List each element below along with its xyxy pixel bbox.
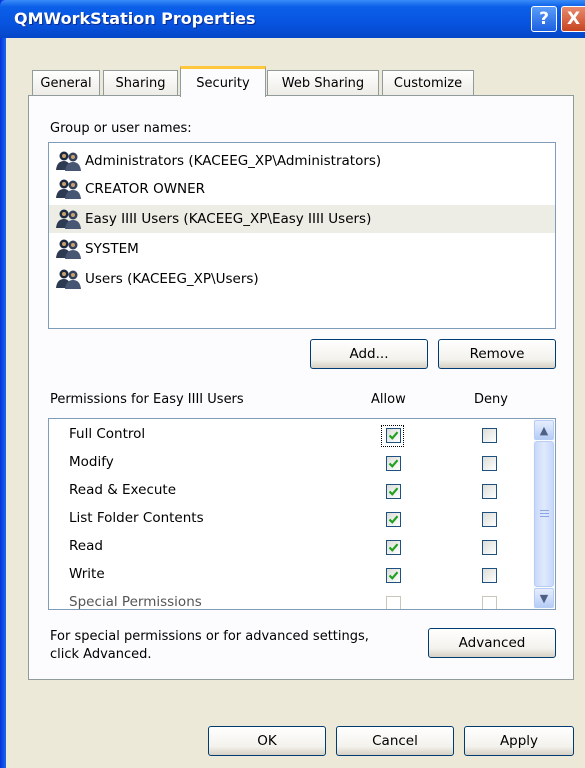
perm-label: Special Permissions [69,594,202,610]
check-icon [388,571,399,580]
tab-web-sharing[interactable]: Web Sharing [267,70,379,96]
user-name: CREATOR OWNER [85,181,206,197]
allow-checkbox-full-control[interactable] [386,428,401,443]
button-label: Cancel [372,733,418,749]
allow-header: Allow [371,392,406,407]
deny-header: Deny [474,392,508,407]
perm-label: Read [69,538,103,554]
group-icon [56,209,81,229]
allow-checkbox-write[interactable] [386,568,401,583]
ok-button[interactable]: OK [208,726,326,756]
grip-line [540,510,549,511]
window-title: QMWorkStation Properties [14,9,256,28]
perm-row-read: Read [49,534,533,562]
user-name: Administrators (KACEEG_XP\Administrators… [85,153,382,169]
list-item-users[interactable]: Users (KACEEG_XP\Users) [55,265,259,293]
list-item-administrators[interactable]: Administrators (KACEEG_XP\Administrators… [55,147,381,175]
deny-checkbox-read[interactable] [482,540,497,555]
perm-label: Modify [69,454,114,470]
help-button[interactable]: ? [531,6,557,32]
perm-row-write: Write [49,562,533,590]
group-names-label: Group or user names: [50,121,192,136]
group-icon [56,239,81,259]
button-label: Remove [469,346,525,362]
allow-checkbox-modify[interactable] [386,456,401,471]
deny-checkbox-read-execute[interactable] [482,484,497,499]
remove-button[interactable]: Remove [438,339,556,369]
permissions-list[interactable]: Full Control Modify Read & Execute List … [48,418,556,610]
scroll-up-button[interactable]: ▲ [534,420,554,440]
perm-row-special: Special Permissions [49,590,533,610]
tab-security[interactable]: Security [180,66,266,97]
chevron-up-icon: ▲ [539,423,549,437]
perm-row-read-execute: Read & Execute [49,478,533,506]
check-icon [388,459,399,468]
grip-line [540,516,549,517]
perm-label: Read & Execute [69,482,177,498]
perm-row-full-control: Full Control [49,422,533,450]
allow-checkbox-read-execute[interactable] [386,484,401,499]
tab-label: Customize [393,76,463,91]
group-icon [56,269,81,289]
button-label: Advanced [458,635,526,651]
list-item-easy-users[interactable]: Easy IIII Users (KACEEG_XP\Easy IIII Use… [49,205,555,233]
perm-label: List Folder Contents [69,510,204,526]
window-left-border [0,0,6,768]
tab-label: Web Sharing [281,76,365,91]
allow-checkbox-list-folder[interactable] [386,512,401,527]
group-user-list[interactable]: Administrators (KACEEG_XP\Administrators… [48,142,556,329]
check-icon [388,543,399,552]
button-label: Apply [499,733,539,749]
tab-label: Sharing [115,76,166,91]
close-icon: X [566,9,581,29]
cancel-button[interactable]: Cancel [336,726,454,756]
chevron-down-icon: ▼ [539,591,549,605]
user-name: Users (KACEEG_XP\Users) [85,271,259,287]
tab-customize[interactable]: Customize [382,70,474,96]
tab-label: Security [196,75,250,91]
apply-button[interactable]: Apply [464,726,574,756]
permissions-label: Permissions for Easy IIII Users [50,392,244,407]
allow-checkbox-special [386,596,401,609]
check-icon [388,515,399,524]
deny-checkbox-modify[interactable] [482,456,497,471]
user-name: Easy IIII Users (KACEEG_XP\Easy IIII Use… [85,211,372,227]
tab-general[interactable]: General [32,70,100,96]
title-bar[interactable]: QMWorkStation Properties ? X [0,0,585,38]
permissions-scrollbar[interactable]: ▲ ▼ [533,419,555,609]
perm-row-modify: Modify [49,450,533,478]
grip-line [540,513,549,514]
advanced-button[interactable]: Advanced [428,628,556,658]
allow-checkbox-read[interactable] [386,540,401,555]
perm-row-list-folder: List Folder Contents [49,506,533,534]
check-icon [388,431,399,440]
group-icon [56,151,81,171]
user-name: SYSTEM [85,241,139,257]
add-button[interactable]: Add... [310,339,428,369]
tab-sharing[interactable]: Sharing [103,70,178,96]
deny-checkbox-list-folder[interactable] [482,512,497,527]
scroll-down-button[interactable]: ▼ [534,588,554,608]
deny-checkbox-full-control[interactable] [482,428,497,443]
advanced-text-line2: click Advanced. [50,647,152,662]
advanced-text-line1: For special permissions or for advanced … [50,629,369,644]
deny-checkbox-special [482,596,497,609]
help-icon: ? [539,9,549,29]
perm-label: Full Control [69,426,146,442]
list-item-creator-owner[interactable]: CREATOR OWNER [55,175,205,203]
button-label: OK [257,733,277,749]
perm-label: Write [69,566,105,582]
list-item-system[interactable]: SYSTEM [55,235,139,263]
close-button[interactable]: X [561,6,585,32]
group-icon [56,179,81,199]
button-label: Add... [349,346,389,362]
deny-checkbox-write[interactable] [482,568,497,583]
tab-label: General [40,76,92,91]
scroll-thumb[interactable] [534,441,554,587]
check-icon [388,487,399,496]
